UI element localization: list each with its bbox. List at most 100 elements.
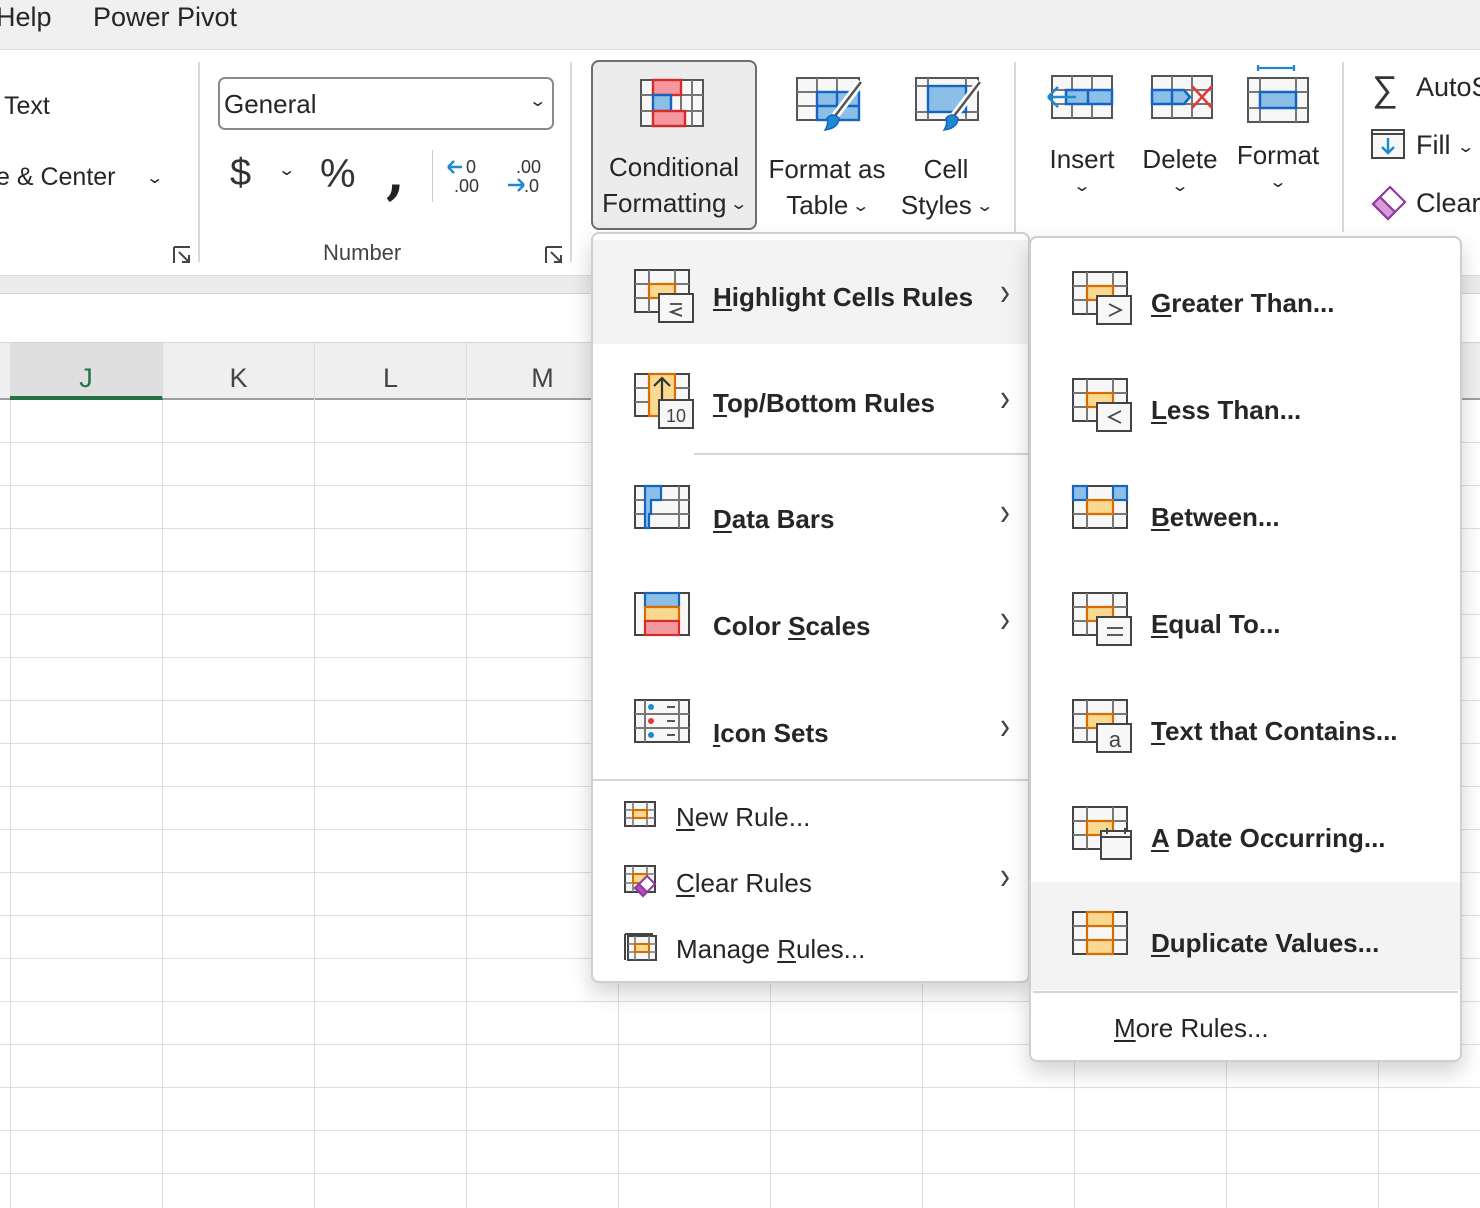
svg-text:.00: .00	[454, 176, 479, 195]
fill-down-icon	[1371, 129, 1405, 159]
menu-item-label: More Rules...	[1114, 1013, 1269, 1043]
ribbon-tab-bar: Help Power Pivot	[0, 0, 1480, 50]
menu-item-text-that-contains[interactable]: a Text that Contains...	[1031, 672, 1460, 778]
highlight-cells-rules-icon	[634, 269, 694, 323]
group-separator	[1014, 62, 1016, 232]
menu-item-top-bottom-rules[interactable]: 10 Top/Bottom Rules ›	[593, 346, 1028, 452]
data-bars-icon	[634, 484, 690, 530]
merge-center-button[interactable]: e & Center ⌄	[0, 163, 164, 192]
gridline-horizontal	[0, 1173, 1480, 1174]
menu-item-less-than[interactable]: Less Than...	[1031, 351, 1460, 457]
chevron-right-icon: ›	[1000, 376, 1010, 420]
menu-item-manage-rules[interactable]: Manage Rules...	[593, 918, 1028, 982]
chevron-down-icon: ⌄	[1268, 174, 1288, 191]
percent-style-button[interactable]: %	[320, 152, 356, 197]
menu-item-label: Top/Bottom Rules	[713, 388, 935, 418]
group-separator	[198, 62, 200, 262]
chevron-down-icon: ⌄	[527, 93, 547, 110]
menu-item-new-rule[interactable]: New Rule...	[593, 786, 1028, 850]
menu-separator	[694, 453, 1028, 455]
menu-item-label: Duplicate Values...	[1151, 928, 1380, 958]
number-dialog-launcher-icon[interactable]	[544, 245, 564, 265]
column-header-j[interactable]: J	[10, 343, 163, 400]
menu-item-greater-than[interactable]: Greater Than...	[1031, 244, 1460, 350]
menu-item-label: Less Than...	[1151, 395, 1302, 425]
group-separator	[1342, 62, 1344, 232]
conditional-formatting-icon	[640, 78, 704, 128]
comma-style-button[interactable]: ,	[386, 142, 405, 206]
svg-text:0: 0	[466, 157, 476, 177]
autosum-label: AutoS	[1416, 72, 1480, 102]
group-separator	[570, 62, 572, 262]
chevron-right-icon: ›	[1000, 597, 1010, 641]
color-scales-icon	[634, 591, 690, 637]
menu-item-equal-to[interactable]: Equal To...	[1031, 565, 1460, 671]
svg-text:10: 10	[666, 406, 686, 426]
format-cells-icon	[1247, 65, 1309, 123]
greater-than-icon	[1072, 271, 1132, 325]
menu-item-highlight-cells-rules[interactable]: Highlight Cells Rules ›	[593, 240, 1028, 344]
alignment-dialog-launcher-icon[interactable]	[172, 245, 192, 265]
conditional-formatting-button[interactable]: Conditional Formatting ⌄	[591, 60, 757, 230]
insert-label: Insert	[1049, 144, 1115, 174]
chevron-down-icon: ⌄	[851, 198, 871, 216]
menu-item-data-bars[interactable]: Data Bars ›	[593, 460, 1028, 566]
tab-power-pivot[interactable]: Power Pivot	[93, 2, 237, 33]
chevron-down-icon: ⌄	[1455, 138, 1475, 156]
insert-cells-icon	[1047, 75, 1114, 119]
format-cells-button[interactable]: Format ⌄	[1232, 64, 1324, 214]
menu-item-a-date-occurring[interactable]: A Date Occurring...	[1031, 779, 1460, 885]
number-format-dropdown[interactable]: General ⌄	[218, 77, 554, 130]
gridline-horizontal	[0, 1087, 1480, 1088]
wrap-text-button[interactable]: Text	[4, 92, 50, 121]
manage-rules-icon	[624, 933, 657, 961]
duplicate-values-icon	[1072, 910, 1128, 956]
chevron-right-icon: ›	[1000, 490, 1010, 534]
increase-decimal-icon[interactable]: 0 .00	[444, 155, 486, 195]
column-header-l[interactable]: L	[315, 343, 467, 400]
icon-sets-icon	[634, 699, 690, 743]
tab-help[interactable]: Help	[0, 2, 52, 33]
svg-text:a: a	[1109, 727, 1122, 752]
menu-item-label: Text that Contains...	[1151, 716, 1398, 746]
insert-cells-button[interactable]: Insert ⌄	[1036, 68, 1128, 218]
column-header-k[interactable]: K	[163, 343, 315, 400]
menu-item-icon-sets[interactable]: Icon Sets ›	[593, 674, 1028, 780]
format-label: Format	[1236, 140, 1320, 170]
menu-item-label: Greater Than...	[1151, 288, 1335, 318]
between-icon	[1071, 484, 1129, 529]
number-group-label: Number	[323, 240, 402, 265]
svg-text:.00: .00	[516, 157, 541, 177]
menu-item-label: New Rule...	[676, 802, 811, 832]
format-as-table-button[interactable]: Format as Table ⌄	[763, 72, 891, 222]
currency-format-button[interactable]: $	[230, 152, 251, 195]
cell-styles-button[interactable]: Cell Styles ⌄	[893, 72, 999, 222]
menu-item-label: Between...	[1151, 502, 1280, 532]
cell-styles-icon	[915, 77, 984, 131]
a-date-occurring-icon	[1072, 806, 1132, 860]
chevron-right-icon: ›	[1000, 270, 1010, 314]
menu-item-more-rules[interactable]: More Rules...	[1031, 995, 1460, 1061]
menu-item-label: Manage Rules...	[676, 934, 866, 964]
menu-item-between[interactable]: Between...	[1031, 458, 1460, 564]
menu-separator	[1033, 991, 1458, 993]
delete-label: Delete	[1142, 144, 1218, 174]
delete-cells-button[interactable]: Delete ⌄	[1134, 68, 1226, 218]
decrease-decimal-icon[interactable]: .00 .0	[504, 155, 546, 195]
menu-item-label: Color Scales	[713, 611, 871, 641]
menu-item-duplicate-values[interactable]: Duplicate Values...	[1031, 882, 1460, 990]
format-as-table-label-line1: Format as	[768, 154, 886, 184]
less-than-icon	[1072, 378, 1132, 432]
chevron-right-icon: ›	[1000, 704, 1010, 748]
menu-item-clear-rules[interactable]: Clear Rules ›	[593, 852, 1028, 916]
menu-item-label: Icon Sets	[713, 718, 829, 748]
number-format-value: General	[224, 89, 317, 119]
cell-styles-label-line1: Cell	[923, 154, 969, 184]
currency-dropdown-chevron-icon[interactable]: ⌄	[277, 160, 296, 180]
cell-styles-label-line2: Styles ⌄	[893, 187, 999, 225]
menu-item-label: Clear Rules	[676, 868, 812, 898]
menu-item-color-scales[interactable]: Color Scales ›	[593, 567, 1028, 673]
menu-item-label: Data Bars	[713, 504, 835, 534]
format-as-table-label-line2: Table ⌄	[763, 187, 891, 225]
gridline-horizontal	[0, 1130, 1480, 1131]
